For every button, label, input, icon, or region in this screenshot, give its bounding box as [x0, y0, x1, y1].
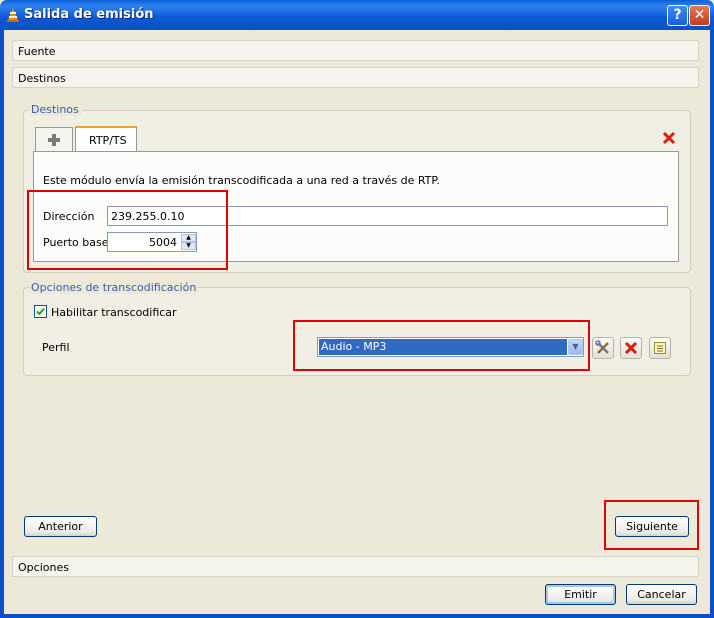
edit-profile-button[interactable] [592, 337, 614, 359]
red-x-icon[interactable] [662, 131, 676, 145]
checkmark-icon [36, 307, 45, 316]
highlight-address-port [27, 190, 228, 270]
section-destinations[interactable]: Destinos [12, 67, 699, 88]
new-profile-icon [654, 342, 666, 354]
module-description: Este módulo envía la emisión transcodifi… [43, 174, 440, 187]
cancel-button[interactable]: Cancelar [626, 584, 697, 605]
close-button[interactable]: ✕ [689, 5, 710, 26]
delete-profile-button[interactable] [620, 337, 642, 359]
section-options[interactable]: Opciones [12, 556, 699, 577]
red-x-icon [624, 341, 638, 355]
window-border-bottom [0, 614, 714, 618]
transcode-group-title: Opciones de transcodificación [29, 281, 199, 294]
add-destination-tab[interactable] [35, 127, 73, 151]
enable-transcode-label[interactable]: Habilitar transcodificar [51, 306, 177, 319]
section-source[interactable]: Fuente [12, 40, 699, 61]
window-title: Salida de emisión [24, 7, 154, 22]
help-button[interactable]: ? [667, 5, 688, 26]
plus-icon [48, 134, 60, 146]
back-button[interactable]: Anterior [24, 516, 97, 537]
section-destinations-label: Destinos [18, 72, 66, 85]
enable-transcode-checkbox[interactable] [34, 305, 47, 318]
tab-rtp-ts[interactable]: RTP/TS [75, 126, 137, 152]
tab-rtp-ts-label: RTP/TS [89, 134, 127, 147]
destinations-group-title: Destinos [29, 103, 81, 116]
window-border-right [710, 30, 714, 618]
stream-button[interactable]: Emitir [545, 584, 616, 605]
section-options-label: Opciones [18, 561, 69, 574]
tools-icon [595, 340, 609, 354]
new-profile-button[interactable] [649, 337, 671, 359]
highlight-profile [293, 320, 590, 371]
profile-label: Perfil [42, 341, 70, 354]
vlc-cone-icon [5, 7, 21, 23]
highlight-next [604, 500, 699, 550]
section-source-label: Fuente [18, 45, 56, 58]
